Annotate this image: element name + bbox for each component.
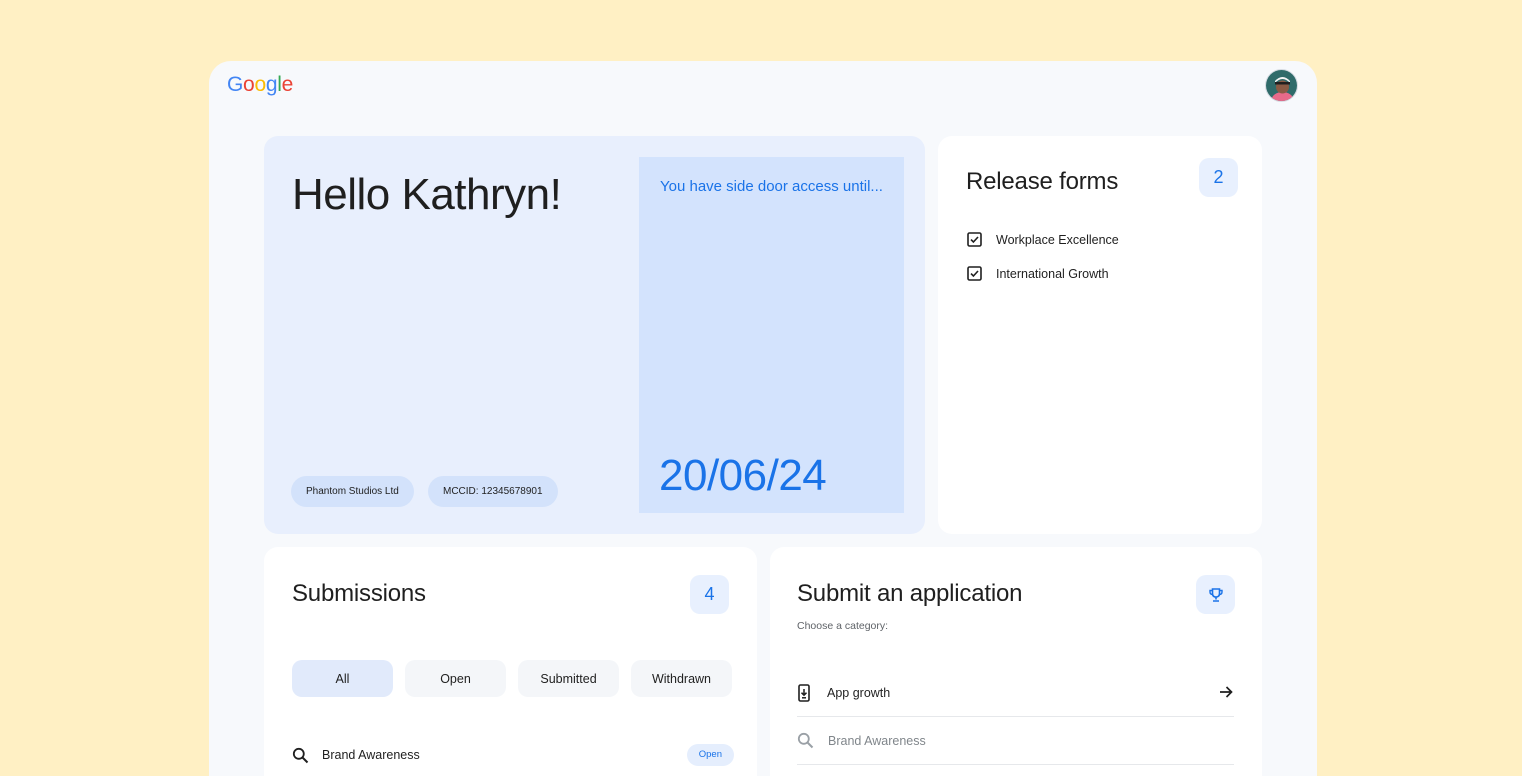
company-chip[interactable]: Phantom Studios Ltd <box>291 476 414 507</box>
app-window: Google Hello Kathryn! Phantom Studios Lt… <box>209 61 1317 776</box>
checkbox-checked-icon[interactable] <box>967 266 982 281</box>
category-brand-awareness[interactable]: Brand Awareness <box>797 717 1234 765</box>
submissions-card: Submissions 4 All Open Submitted Withdra… <box>264 547 757 776</box>
table-row[interactable]: Brand Awareness Open <box>292 744 734 766</box>
arrow-right-icon[interactable] <box>1218 684 1234 700</box>
trophy-badge <box>1196 575 1235 614</box>
release-form-label: International Growth <box>996 266 1109 281</box>
application-subtitle: Choose a category: <box>797 620 889 632</box>
status-badge: Open <box>686 744 734 766</box>
search-icon <box>797 732 814 749</box>
tab-withdrawn[interactable]: Withdrawn <box>631 660 732 697</box>
user-avatar-icon <box>1266 70 1297 101</box>
logo-letter: g <box>265 73 278 96</box>
release-forms-count: 2 <box>1199 158 1238 197</box>
category-label: Brand Awareness <box>828 733 926 748</box>
greeting-card: Hello Kathryn! Phantom Studios Ltd MCCID… <box>264 136 925 534</box>
search-icon <box>292 747 309 763</box>
submissions-title: Submissions <box>292 580 426 607</box>
application-title: Submit an application <box>797 580 1023 607</box>
access-title: You have side door access until... <box>660 178 883 195</box>
logo-letter: o <box>254 73 266 96</box>
access-date: 20/06/24 <box>659 451 827 500</box>
release-form-label: Workplace Excellence <box>996 232 1119 247</box>
application-card: Submit an application Choose a category:… <box>770 547 1262 776</box>
access-panel: You have side door access until... 20/06… <box>639 157 904 513</box>
tab-all[interactable]: All <box>292 660 393 697</box>
greeting-title: Hello Kathryn! <box>292 170 562 219</box>
category-label: App growth <box>827 685 891 700</box>
submission-label: Brand Awareness <box>322 748 420 762</box>
release-form-item[interactable]: International Growth <box>967 266 1109 281</box>
phone-download-icon <box>798 683 810 702</box>
logo-letter: e <box>281 73 294 96</box>
release-form-item[interactable]: Workplace Excellence <box>967 232 1119 247</box>
release-forms-title: Release forms <box>966 168 1119 195</box>
tab-submitted[interactable]: Submitted <box>518 660 619 697</box>
logo-letter: o <box>243 73 255 96</box>
checkbox-checked-icon[interactable] <box>967 232 982 247</box>
trophy-icon <box>1208 587 1223 602</box>
google-logo[interactable]: Google <box>227 73 293 97</box>
avatar[interactable] <box>1265 69 1298 102</box>
logo-letter: G <box>227 73 244 96</box>
submissions-count: 4 <box>690 575 729 614</box>
release-forms-card: Release forms 2 Workplace Excellence Int… <box>938 136 1262 534</box>
category-app-growth[interactable]: App growth <box>797 669 1234 717</box>
tab-open[interactable]: Open <box>405 660 506 697</box>
mccid-chip[interactable]: MCCID: 12345678901 <box>428 476 558 507</box>
